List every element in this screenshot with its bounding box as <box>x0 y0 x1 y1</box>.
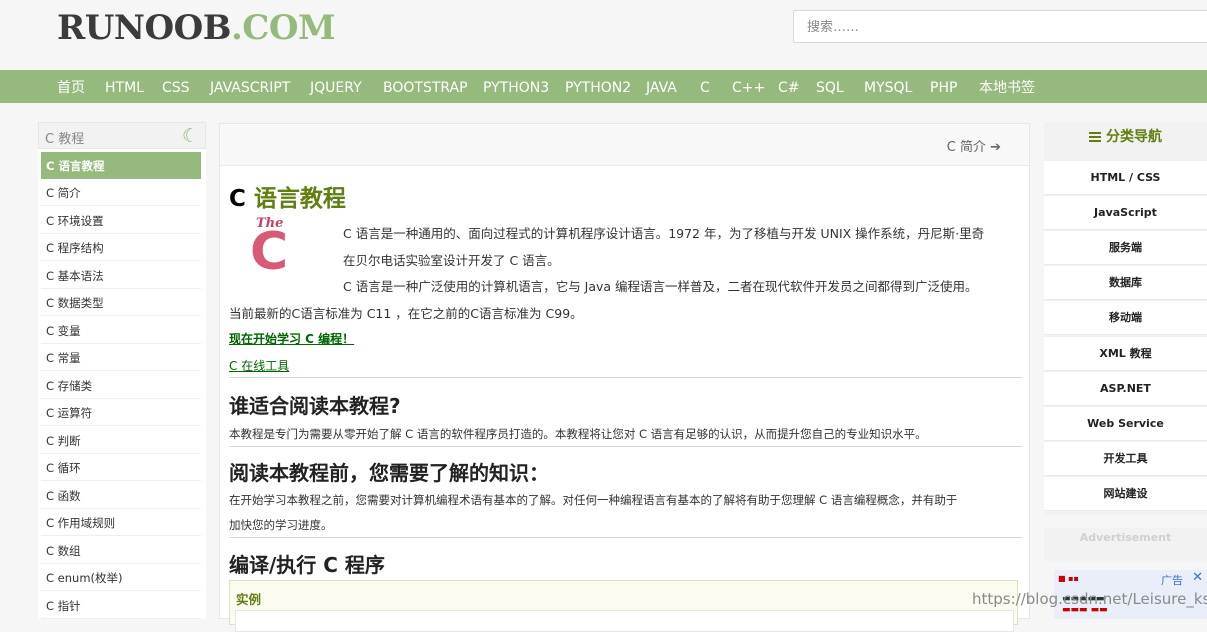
sidebar-item-c-env[interactable]: C 环境设置 <box>41 207 201 234</box>
pager-bar: C 简介 ➔ <box>220 124 1029 166</box>
nav-html[interactable]: HTML <box>105 70 144 107</box>
nav-python2[interactable]: PYTHON2 <box>565 70 631 107</box>
sidebar-item-c-functions[interactable]: C 函数 <box>41 482 201 509</box>
logo-domain: .COM <box>230 8 336 48</box>
sidebar-item-c-storage[interactable]: C 存储类 <box>41 372 201 399</box>
intro-line-3: C 语言是一种广泛使用的计算机语言，它与 Java 编程语言一样普及，二者在现代… <box>343 279 978 294</box>
example-box: 实例 <box>229 580 1018 632</box>
sidebar-item-c-decision[interactable]: C 判断 <box>41 427 201 454</box>
top-nav: 首页 HTML CSS JAVASCRIPT JQUERY BOOTSTRAP … <box>0 70 1207 103</box>
category-server[interactable]: 服务端 <box>1044 231 1207 265</box>
page-title: C 语言教程 <box>229 179 346 213</box>
heading-compile: 编译/执行 C 程序 <box>229 553 385 577</box>
nav-csharp[interactable]: C# <box>778 70 800 107</box>
category-javascript[interactable]: JavaScript <box>1044 196 1207 230</box>
nav-php[interactable]: PHP <box>930 70 957 107</box>
sidebar-item-c-syntax[interactable]: C 基本语法 <box>41 262 201 289</box>
nav-cpp[interactable]: C++ <box>732 70 765 107</box>
sidebar-item-c-tutorial[interactable]: C 语言教程 <box>41 152 201 179</box>
next-page-link[interactable]: C 简介 ➔ <box>947 136 1001 155</box>
sidebar-item-c-enum[interactable]: C enum(枚举) <box>41 564 201 591</box>
close-icon[interactable]: ✕ <box>1192 570 1203 585</box>
page-title-main: 语言教程 <box>253 186 346 212</box>
c-language-logo: The C <box>250 216 297 282</box>
category-web-service[interactable]: Web Service <box>1044 407 1207 441</box>
prereq-line-1: 在开始学习本教程之前，您需要对计算机编程术语有基本的了解。对任何一种编程语言有基… <box>229 493 958 507</box>
nav-bookmarks[interactable]: 本地书签 <box>979 70 1035 107</box>
sidebar-item-c-datatypes[interactable]: C 数据类型 <box>41 289 201 316</box>
category-nav: 分类导航 HTML / CSS JavaScript 服务端 数据库 移动端 X… <box>1044 122 1207 515</box>
intro-line-1: C 语言是一种通用的、面向过程式的计算机程序设计语言。1972 年，为了移植与开… <box>343 226 985 241</box>
advertisement-label: Advertisement <box>1079 531 1172 544</box>
sidebar-item-c-constants[interactable]: C 常量 <box>41 344 201 371</box>
category-xml[interactable]: XML 教程 <box>1044 337 1207 371</box>
prereq-line-2: 加快您的学习进度。 <box>229 518 333 532</box>
divider <box>229 377 1022 378</box>
category-html-css[interactable]: HTML / CSS <box>1044 161 1207 195</box>
sidebar-title: C 教程 <box>45 132 85 147</box>
category-dev-tools[interactable]: 开发工具 <box>1044 442 1207 476</box>
left-sidebar: C 教程 ☾ C 语言教程 C 简介 C 环境设置 C 程序结构 C 基本语法 … <box>38 122 206 619</box>
next-page-label: C 简介 <box>946 140 986 155</box>
category-database[interactable]: 数据库 <box>1044 266 1207 300</box>
nav-python3[interactable]: PYTHON3 <box>483 70 549 107</box>
example-code-area[interactable] <box>235 610 1014 632</box>
arrow-right-icon: ➔ <box>990 140 1001 155</box>
category-aspnet[interactable]: ASP.NET <box>1044 372 1207 406</box>
intro-line-4: 当前最新的C语言标准为 C11 ，在它之前的C语言标准为 C99。 <box>229 306 583 321</box>
sidebar-item-c-intro[interactable]: C 简介 <box>41 179 201 206</box>
start-learning-link[interactable]: 现在开始学习 C 编程！ <box>229 330 354 347</box>
search-input[interactable]: 搜索…… <box>793 10 1207 43</box>
page-title-prefix: C <box>229 186 254 212</box>
nav-bootstrap[interactable]: BOOTSTRAP <box>383 70 468 107</box>
logo-text: RUNOOB <box>57 8 231 48</box>
advertisement-header: Advertisement <box>1044 528 1207 561</box>
nav-c[interactable]: C <box>700 70 710 107</box>
category-nav-title: 分类导航 <box>1106 129 1162 145</box>
ad-tag: 广告 <box>1161 574 1183 587</box>
logo-c-letter: C <box>250 222 289 282</box>
intro-line-2: 在贝尔电话实验室设计开发了 C 语言。 <box>343 253 560 268</box>
example-label: 实例 <box>236 592 262 607</box>
category-nav-header: 分类导航 <box>1044 122 1207 160</box>
sidebar-item-c-arrays[interactable]: C 数组 <box>41 537 201 564</box>
ad-logo-icon: ■ ▪▪ <box>1058 574 1079 583</box>
sidebar-item-c-pointers[interactable]: C 指针 <box>41 592 201 619</box>
site-header: RUNOOB.COM 搜索…… <box>0 0 1207 70</box>
list-icon <box>1089 132 1101 142</box>
main-content: C 简介 ➔ C 语言教程 The C C 语言是一种通用的、面向过程式的计算机… <box>219 123 1030 632</box>
divider <box>229 537 1022 538</box>
sidebar-item-c-loops[interactable]: C 循环 <box>41 454 201 481</box>
category-mobile[interactable]: 移动端 <box>1044 301 1207 335</box>
nav-css[interactable]: CSS <box>162 70 190 107</box>
site-logo[interactable]: RUNOOB.COM <box>57 8 336 48</box>
watermark: https://blog.csdn.net/Leisure_ksj <box>972 590 1207 608</box>
heading-prerequisites: 阅读本教程前，您需要了解的知识： <box>229 461 549 485</box>
sidebar-item-c-operators[interactable]: C 运算符 <box>41 399 201 426</box>
nav-javascript[interactable]: JAVASCRIPT <box>210 70 290 107</box>
nav-jquery[interactable]: JQUERY <box>310 70 362 107</box>
heading-audience: 谁适合阅读本教程? <box>229 394 401 418</box>
nav-mysql[interactable]: MYSQL <box>864 70 912 107</box>
online-tool-link[interactable]: C 在线工具 <box>229 357 289 374</box>
nav-sql[interactable]: SQL <box>816 70 844 107</box>
moon-icon[interactable]: ☾ <box>182 125 199 147</box>
sidebar-item-c-structure[interactable]: C 程序结构 <box>41 234 201 261</box>
nav-home[interactable]: 首页 <box>57 70 85 107</box>
sidebar-item-c-variables[interactable]: C 变量 <box>41 317 201 344</box>
sidebar-header: C 教程 ☾ <box>38 122 206 149</box>
audience-text: 本教程是专门为需要从零开始了解 C 语言的软件程序员打造的。本教程将让您对 C … <box>229 427 927 441</box>
sidebar-item-c-scope[interactable]: C 作用域规则 <box>41 509 201 536</box>
category-site-building[interactable]: 网站建设 <box>1044 477 1207 511</box>
divider <box>229 446 1022 447</box>
nav-java[interactable]: JAVA <box>646 70 677 107</box>
